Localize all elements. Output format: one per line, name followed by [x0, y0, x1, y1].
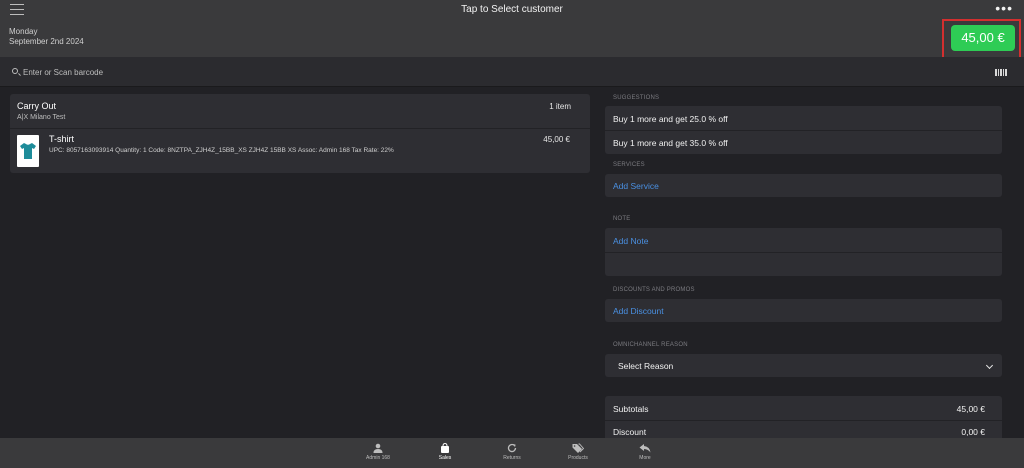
tab-label: Returns [503, 455, 521, 461]
product-name: T-shirt [49, 134, 75, 144]
tab-label: More [639, 455, 651, 461]
product-thumbnail [17, 135, 39, 167]
tshirt-icon [20, 143, 36, 159]
divider [605, 130, 1002, 131]
barcode-search-input[interactable] [23, 65, 423, 79]
checkout-pane: SUGGESTIONS Buy 1 more and get 25.0 % of… [596, 87, 1024, 446]
subtotal-label: Subtotals [613, 404, 649, 414]
person-icon [373, 443, 383, 453]
discounts-card[interactable]: Add Discount [605, 299, 1002, 322]
services-label: SERVICES [613, 162, 645, 168]
discounts-label: DISCOUNTS AND PROMOS [613, 287, 695, 293]
add-note-button[interactable]: Add Note [613, 236, 648, 246]
total-pay-button[interactable]: 45,00 € [951, 25, 1015, 51]
omnichannel-label: OMNICHANNEL REASON [613, 342, 688, 348]
selected-reason: Select Reason [618, 361, 674, 371]
tab-sales[interactable]: Sales [420, 441, 470, 467]
bottom-tab-bar: Admin 168 Sales Returns Products More [0, 438, 1024, 468]
tab-admin[interactable]: Admin 168 [353, 441, 403, 467]
search-bar [0, 57, 1024, 87]
tab-more[interactable]: More [620, 441, 670, 467]
note-label: NOTE [613, 216, 631, 222]
chevron-down-icon [985, 361, 994, 370]
subtotal-value: 45,00 € [956, 404, 985, 414]
divider [10, 128, 590, 129]
more-options-icon[interactable]: ••• [995, 1, 1013, 15]
tags-icon [572, 443, 584, 453]
add-service-button[interactable]: Add Service [613, 181, 659, 191]
divider [605, 420, 1002, 421]
barcode-scan-icon[interactable] [995, 69, 1007, 76]
select-customer-button[interactable]: Tap to Select customer [0, 4, 1024, 15]
search-icon [12, 68, 18, 74]
divider [605, 252, 1002, 253]
omnichannel-reason-select[interactable]: Select Reason [605, 354, 1002, 377]
suggestion-item[interactable]: Buy 1 more and get 35.0 % off [613, 138, 728, 148]
tab-label: Admin 168 [366, 455, 390, 461]
store-name: A|X Milano Test [17, 114, 66, 121]
item-count: 1 item [549, 102, 571, 111]
suggestions-card: Buy 1 more and get 25.0 % off Buy 1 more… [605, 106, 1002, 154]
cart-pane: Carry Out A|X Milano Test 1 item T-shirt… [0, 87, 596, 438]
tab-returns[interactable]: Returns [487, 441, 537, 467]
product-description: UPC: 8057163093914 Quantity: 1 Code: 8NZ… [49, 147, 394, 154]
order-card[interactable]: Carry Out A|X Milano Test 1 item T-shirt… [10, 94, 590, 173]
date-block: Monday September 2nd 2024 [9, 27, 84, 47]
discount-label: Discount [613, 427, 647, 437]
suggestion-item[interactable]: Buy 1 more and get 25.0 % off [613, 114, 728, 124]
top-bar: Tap to Select customer ••• Monday Septem… [0, 0, 1024, 59]
tab-label: Sales [438, 455, 452, 461]
suggestions-label: SUGGESTIONS [613, 95, 660, 101]
discount-value: 0,00 € [961, 427, 985, 437]
reply-icon [639, 444, 651, 453]
refresh-icon [507, 443, 517, 453]
tab-products[interactable]: Products [553, 441, 603, 467]
day-label: Monday [9, 27, 38, 36]
shopping-bag-icon [441, 443, 449, 453]
product-price: 45,00 € [543, 135, 570, 144]
add-discount-button[interactable]: Add Discount [613, 306, 664, 316]
order-type-title: Carry Out [17, 101, 57, 111]
services-card[interactable]: Add Service [605, 174, 1002, 197]
date-label: September 2nd 2024 [9, 37, 84, 46]
tab-label: Products [568, 455, 588, 461]
note-card[interactable]: Add Note [605, 228, 1002, 276]
